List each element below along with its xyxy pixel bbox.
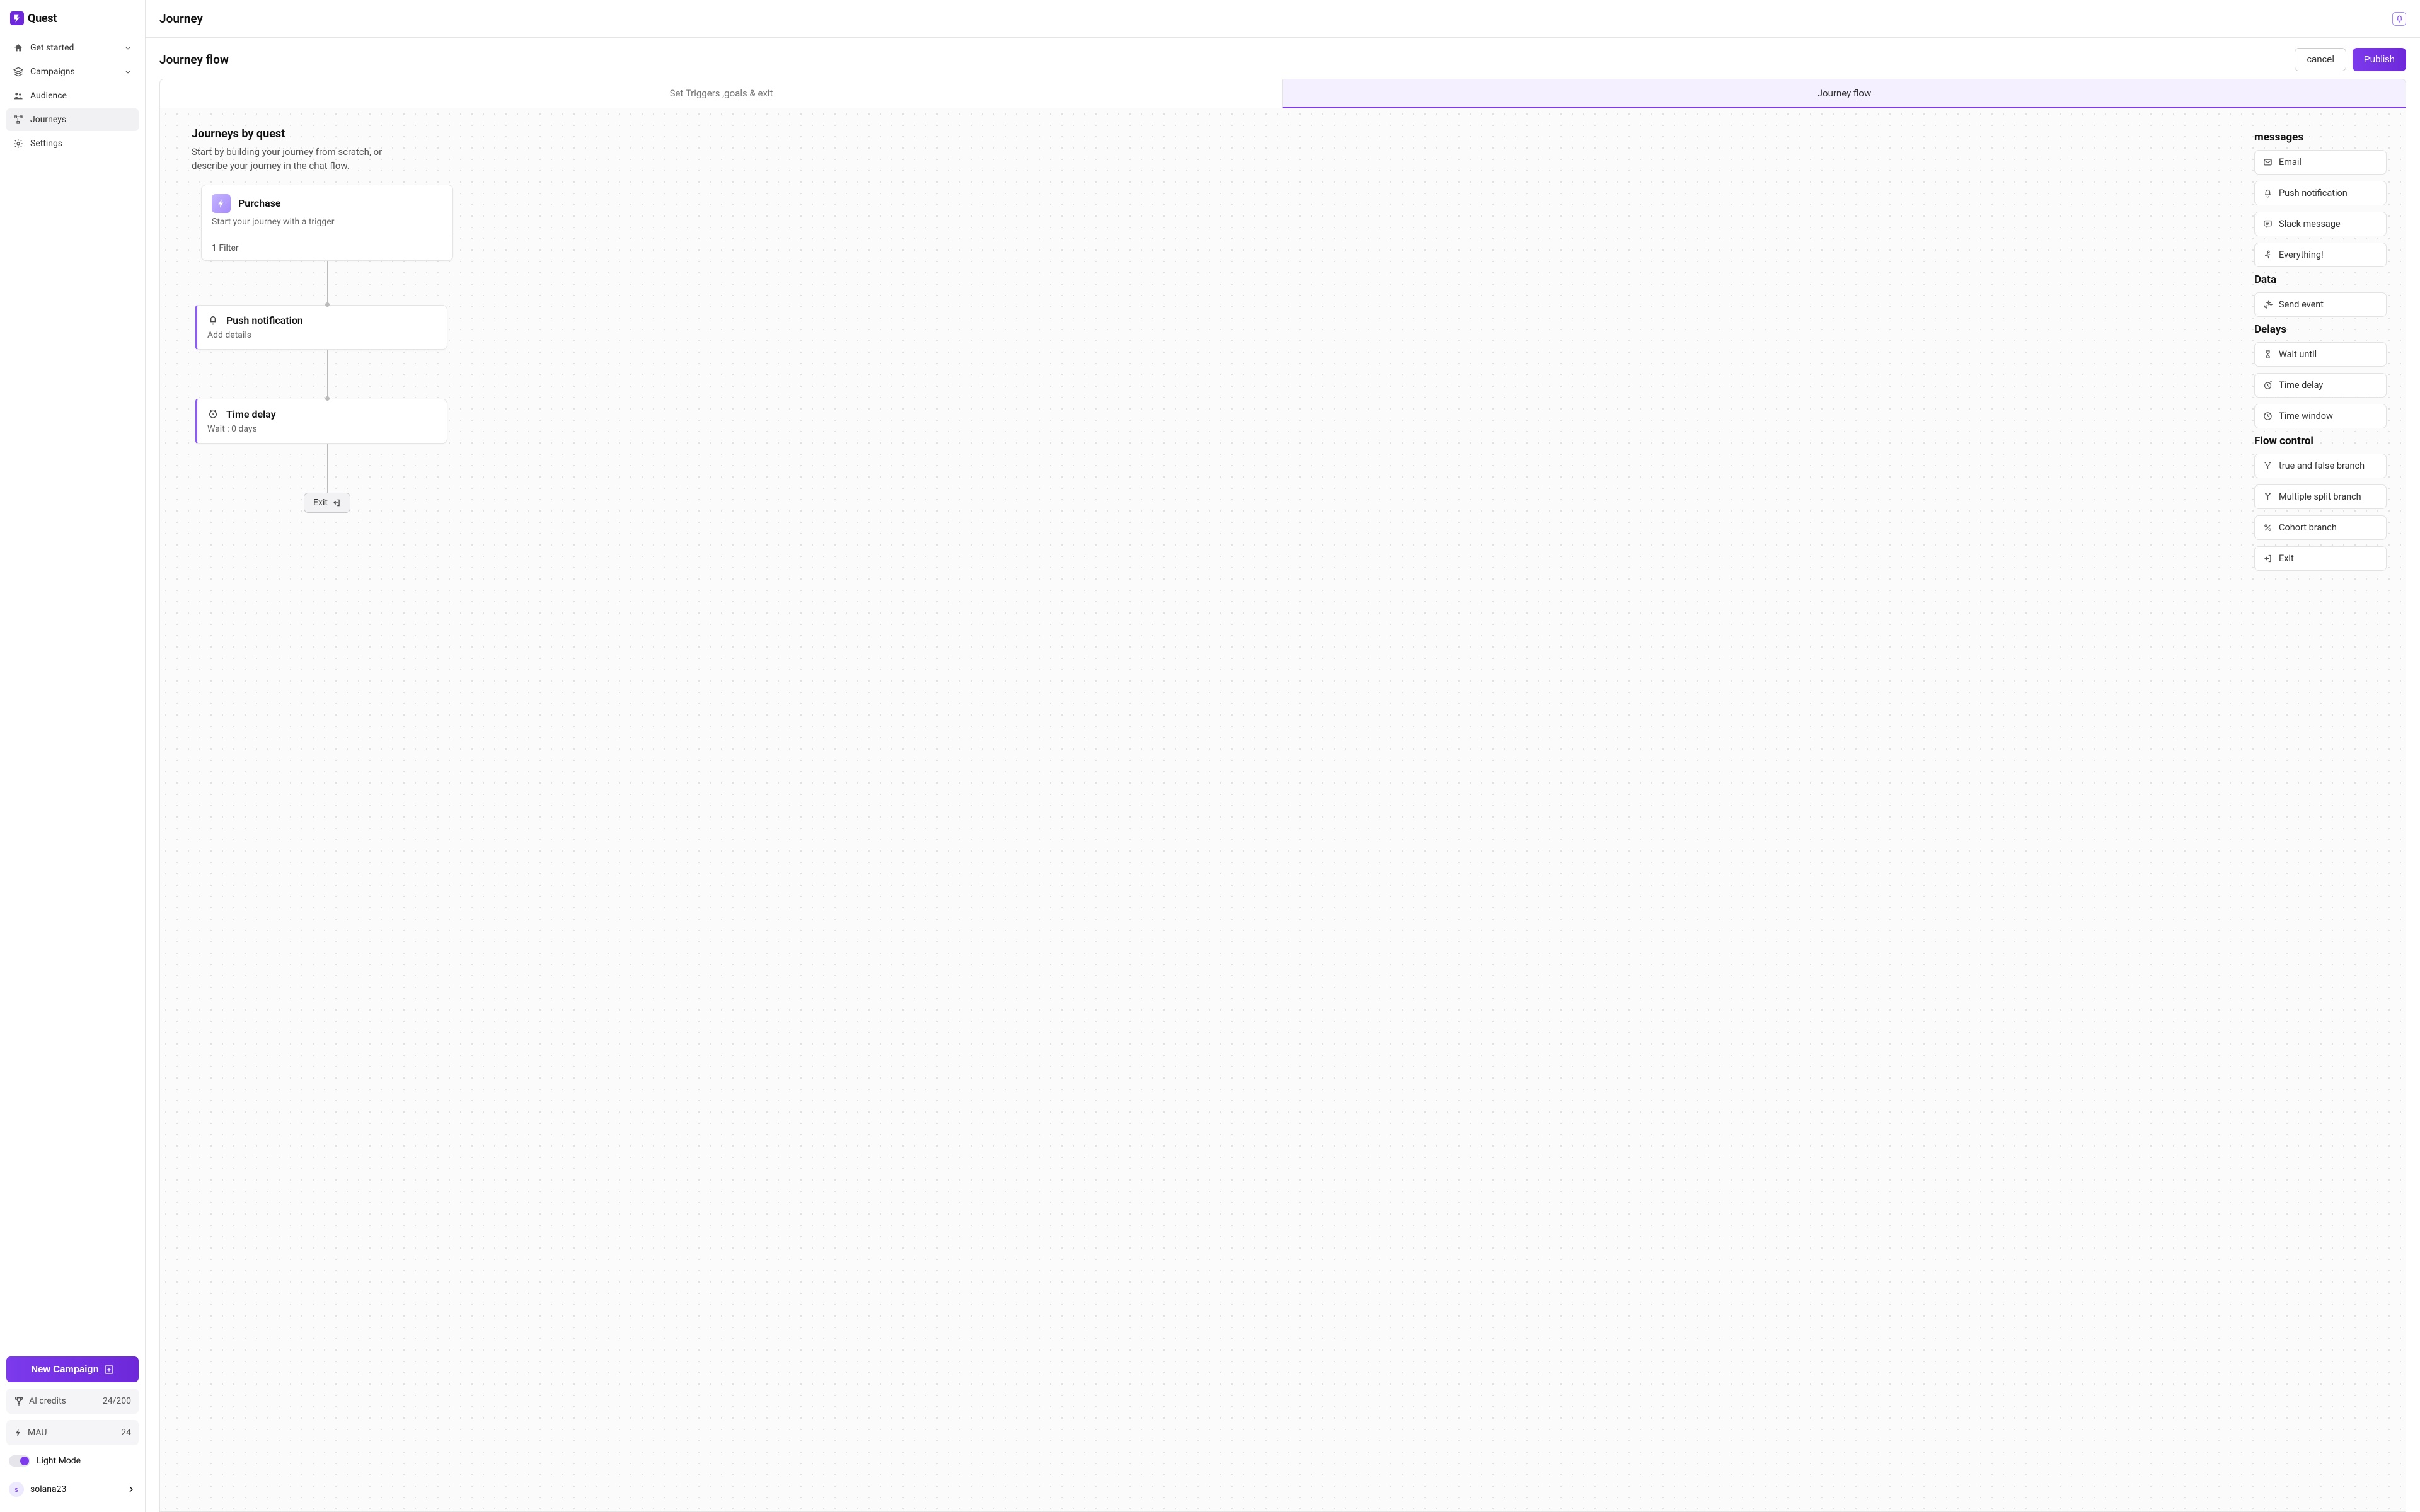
node-trigger-filter[interactable]: 1 Filter	[202, 236, 452, 260]
canvas-heading: Journeys by quest	[192, 127, 2229, 140]
hourglass-icon	[2262, 350, 2273, 359]
mau-row[interactable]: MAU 24	[6, 1420, 139, 1445]
palette-slack[interactable]: Slack message	[2254, 212, 2387, 236]
avatar: s	[9, 1482, 24, 1497]
connector	[327, 444, 328, 493]
tab-journey-flow[interactable]: Journey flow	[1282, 79, 2406, 108]
exit-icon	[332, 498, 341, 507]
brand-name: Quest	[28, 12, 57, 25]
page-title: Journey	[159, 11, 203, 26]
sidebar-item-get-started[interactable]: Get started	[6, 37, 139, 59]
bolt-icon	[212, 194, 231, 213]
palette-cohort-branch[interactable]: Cohort branch	[2254, 515, 2387, 540]
trophy-icon	[14, 1396, 24, 1406]
palette-multi-split[interactable]: Multiple split branch	[2254, 484, 2387, 509]
chevron-down-icon	[124, 67, 132, 76]
sidebar-item-settings[interactable]: Settings	[6, 132, 139, 155]
node-push[interactable]: Push notification Add details	[195, 305, 447, 350]
flow-icon	[13, 115, 24, 125]
branch-icon	[2262, 461, 2273, 471]
tab-triggers[interactable]: Set Triggers ,goals & exit	[159, 79, 1282, 108]
theme-toggle[interactable]	[9, 1455, 30, 1467]
canvas[interactable]: Journeys by quest Start by building your…	[159, 108, 2406, 1512]
ai-credits-row[interactable]: AI credits 24/200	[6, 1389, 139, 1414]
palette-group-messages: messages	[2254, 131, 2387, 144]
cancel-button[interactable]: cancel	[2295, 48, 2346, 71]
plus-box-icon	[104, 1365, 114, 1375]
palette-send-event[interactable]: Send event	[2254, 292, 2387, 317]
palette-exit[interactable]: Exit	[2254, 546, 2387, 571]
palette: messages Email Push notification Slack m…	[2254, 127, 2387, 577]
exit-icon	[2262, 554, 2273, 563]
node-delay[interactable]: Time delay Wait : 0 days	[195, 399, 447, 444]
chevron-down-icon	[124, 43, 132, 52]
chevron-right-icon	[126, 1484, 136, 1494]
chat-icon	[2262, 219, 2273, 229]
topbar: Journey	[146, 0, 2420, 38]
bell-icon	[2262, 188, 2273, 198]
layers-icon	[13, 67, 24, 77]
bell-icon	[207, 315, 219, 325]
palette-group-delays: Delays	[2254, 323, 2387, 336]
connector	[327, 261, 328, 305]
percent-icon	[2262, 523, 2273, 532]
palette-push[interactable]: Push notification	[2254, 181, 2387, 205]
clock-plus-icon	[207, 409, 219, 419]
section-title: Journey flow	[159, 52, 229, 67]
run-icon	[2262, 250, 2273, 260]
palette-everything[interactable]: Everything!	[2254, 243, 2387, 267]
palette-tf-branch[interactable]: true and false branch	[2254, 454, 2387, 478]
node-trigger[interactable]: Purchase Start your journey with a trigg…	[201, 185, 453, 261]
main: Journey Journey flow cancel Publish Set …	[146, 0, 2420, 1512]
subheader: Journey flow cancel Publish	[146, 38, 2420, 79]
gear-icon	[13, 139, 24, 149]
palette-time-delay[interactable]: Time delay	[2254, 373, 2387, 398]
sidebar-item-campaigns[interactable]: Campaigns	[6, 60, 139, 83]
clock-x-icon	[2262, 411, 2273, 421]
sidebar-item-audience[interactable]: Audience	[6, 84, 139, 107]
palette-group-flow: Flow control	[2254, 435, 2387, 447]
palette-wait-until[interactable]: Wait until	[2254, 342, 2387, 367]
theme-toggle-row: Light Mode	[6, 1452, 139, 1470]
palette-time-window[interactable]: Time window	[2254, 404, 2387, 428]
spark-icon	[2262, 300, 2273, 309]
bolt-icon	[14, 1428, 23, 1437]
publish-button[interactable]: Publish	[2353, 48, 2406, 71]
sidebar-item-journeys[interactable]: Journeys	[6, 108, 139, 131]
nav: Get started Campaigns Audience Journeys …	[0, 37, 145, 156]
new-campaign-button[interactable]: New Campaign	[6, 1356, 139, 1382]
sidebar: Quest Get started Campaigns Audience Jou…	[0, 0, 146, 1512]
node-exit[interactable]: Exit	[304, 493, 350, 513]
user-menu[interactable]: s solana23	[6, 1477, 139, 1502]
notifications-button[interactable]	[2392, 12, 2406, 26]
palette-group-data: Data	[2254, 273, 2387, 286]
tabs: Set Triggers ,goals & exit Journey flow	[159, 79, 2406, 108]
home-icon	[13, 43, 24, 53]
logo[interactable]: Quest	[0, 0, 145, 37]
canvas-description: Start by building your journey from scra…	[192, 146, 400, 173]
split-up-icon	[2262, 492, 2273, 501]
mail-icon	[2262, 158, 2273, 167]
people-icon	[13, 91, 24, 101]
palette-email[interactable]: Email	[2254, 150, 2387, 175]
connector	[327, 350, 328, 399]
logo-icon	[10, 11, 24, 25]
clock-plus-icon	[2262, 381, 2273, 390]
